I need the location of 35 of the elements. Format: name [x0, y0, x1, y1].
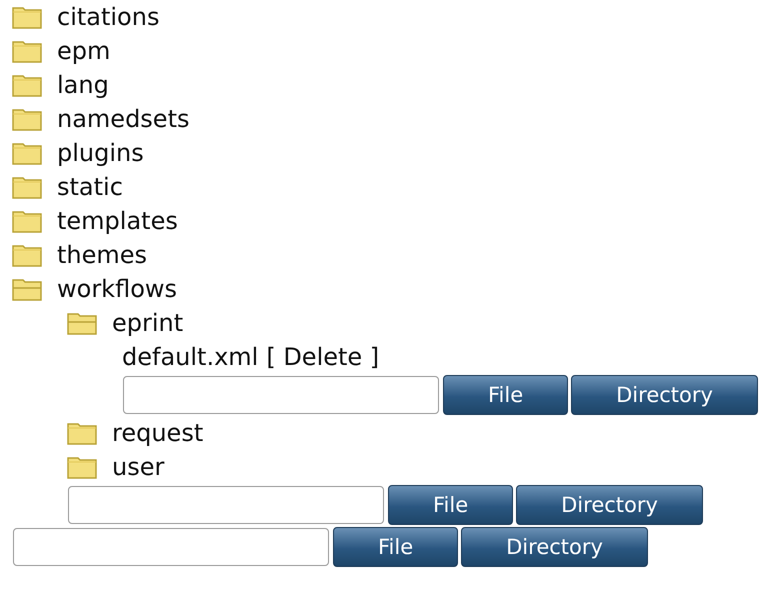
upload-name-field[interactable] — [68, 486, 384, 524]
folder-name[interactable]: request — [112, 419, 204, 447]
upload-name-field[interactable] — [123, 376, 439, 414]
folder-icon[interactable] — [67, 421, 97, 445]
folder-name[interactable]: workflows — [57, 275, 178, 303]
folder-icon[interactable] — [67, 455, 97, 479]
folder-icon[interactable] — [12, 73, 42, 97]
folder-name[interactable]: plugins — [57, 139, 144, 167]
folder-name[interactable]: eprint — [112, 309, 184, 337]
folder-name[interactable]: lang — [57, 71, 109, 99]
folder-icon[interactable] — [12, 141, 42, 165]
folder-icon[interactable] — [12, 209, 42, 233]
upload-name-field[interactable] — [13, 528, 329, 566]
create-button[interactable]: Directory — [516, 485, 703, 525]
folder-name[interactable]: epm — [57, 37, 110, 65]
create-button[interactable]: File — [388, 485, 514, 525]
create-button[interactable]: File — [443, 375, 568, 415]
folder-name[interactable]: namedsets — [57, 105, 190, 133]
folder-name[interactable]: citations — [57, 3, 160, 31]
folder-icon[interactable] — [12, 39, 42, 63]
open-folder-icon[interactable] — [67, 311, 97, 335]
open-folder-icon[interactable] — [12, 277, 42, 301]
folder-name[interactable]: templates — [57, 207, 178, 235]
folder-icon[interactable] — [12, 107, 42, 131]
folder-icon[interactable] — [12, 5, 42, 29]
folder-name[interactable]: static — [57, 173, 123, 201]
folder-icon[interactable] — [12, 175, 42, 199]
delete-link[interactable]: [ Delete ] — [266, 343, 380, 371]
create-button[interactable]: Directory — [461, 527, 648, 567]
create-button[interactable]: Directory — [571, 375, 758, 415]
folder-name[interactable]: user — [112, 453, 164, 481]
file-name: default.xml — [122, 343, 258, 371]
create-button[interactable]: File — [333, 527, 458, 567]
folder-name[interactable]: themes — [57, 241, 148, 269]
folder-icon[interactable] — [12, 243, 42, 267]
